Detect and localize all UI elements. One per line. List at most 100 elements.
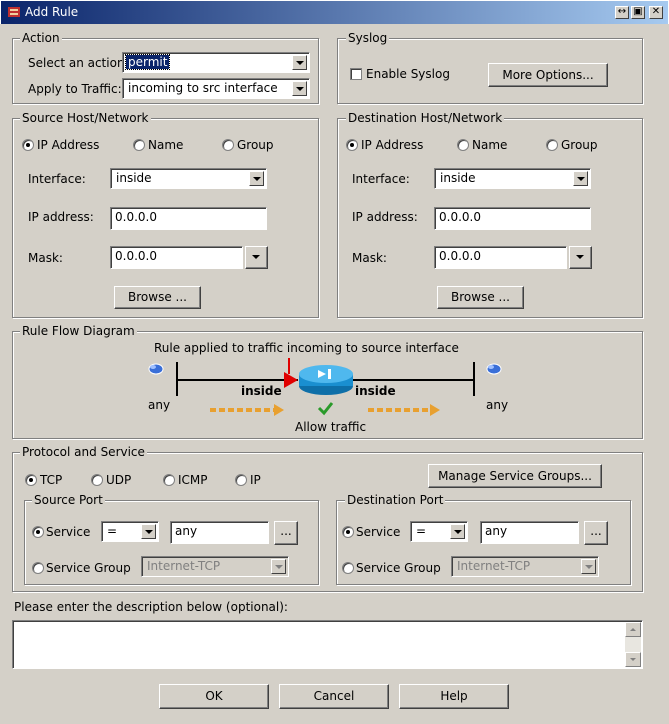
router-icon <box>299 365 353 395</box>
ok-button[interactable]: OK <box>159 684 269 709</box>
chevron-down-icon[interactable] <box>450 524 465 539</box>
chevron-down-icon[interactable] <box>292 55 307 70</box>
apply-traffic-select[interactable]: incoming to src interface <box>122 78 310 99</box>
check-icon <box>317 402 334 416</box>
source-name-radio[interactable] <box>133 139 145 151</box>
enable-syslog-checkbox[interactable] <box>350 68 362 80</box>
dest-interface-select[interactable]: inside <box>434 168 591 189</box>
source-ip-input[interactable]: 0.0.0.0 <box>110 207 267 230</box>
source-interface-select[interactable]: inside <box>110 168 267 189</box>
description-label: Please enter the description below (opti… <box>14 600 288 614</box>
description-textarea[interactable] <box>12 620 643 669</box>
ip-radio[interactable] <box>235 474 247 486</box>
source-mask-label: Mask: <box>28 251 63 265</box>
source-operator-select[interactable]: = <box>101 521 159 542</box>
dest-operator-value: = <box>416 524 427 538</box>
apply-traffic-label: Apply to Traffic: <box>28 82 122 96</box>
resize-icon[interactable]: ↔ <box>615 6 629 19</box>
source-service-radio[interactable] <box>32 526 44 538</box>
source-service-label: Service <box>46 525 91 539</box>
dest-operator-select[interactable]: = <box>410 521 468 542</box>
apply-traffic-value: incoming to src interface <box>128 81 278 95</box>
incoming-marker-icon <box>284 372 298 388</box>
source-port-ellipsis-button[interactable]: ... <box>274 521 298 545</box>
dest-browse-button[interactable]: Browse ... <box>437 286 524 309</box>
left-network-icon <box>148 363 164 375</box>
source-service-group-radio[interactable] <box>32 562 44 574</box>
dest-mask-dropdown[interactable] <box>569 246 592 269</box>
source-mask-dropdown[interactable] <box>245 246 268 269</box>
dest-interface-value: inside <box>440 171 476 185</box>
dest-service-radio[interactable] <box>342 526 354 538</box>
udp-radio[interactable] <box>91 474 103 486</box>
window-title: Add Rule <box>25 5 79 19</box>
description-scrollbar[interactable] <box>625 622 641 667</box>
source-ip-label: IP address: <box>28 210 94 224</box>
source-ip-radio-label: IP Address <box>37 138 100 152</box>
dest-mask-label: Mask: <box>352 251 387 265</box>
dest-ip-radio-label: IP Address <box>361 138 424 152</box>
rule-flow-diagram-label: Rule Flow Diagram <box>20 324 137 338</box>
cancel-button[interactable]: Cancel <box>279 684 389 709</box>
icmp-label: ICMP <box>178 473 208 487</box>
flow-arrow-left <box>210 404 284 416</box>
dest-mask-input[interactable]: 0.0.0.0 <box>434 246 567 269</box>
manage-service-groups-button[interactable]: Manage Service Groups... <box>428 464 602 488</box>
source-browse-button[interactable]: Browse ... <box>114 286 201 309</box>
dest-service-group-radio[interactable] <box>342 562 354 574</box>
scroll-up-icon[interactable] <box>625 622 641 637</box>
close-icon[interactable]: ✕ <box>649 6 663 19</box>
destination-host-group-label: Destination Host/Network <box>346 111 505 125</box>
enable-syslog-label: Enable Syslog <box>366 67 450 81</box>
help-button[interactable]: Help <box>399 684 509 709</box>
chevron-down-icon <box>252 255 260 259</box>
dest-group-radio-label: Group <box>561 138 598 152</box>
tcp-label: TCP <box>40 473 63 487</box>
dest-group-radio[interactable] <box>546 139 558 151</box>
dest-port-ellipsis-button[interactable]: ... <box>584 521 608 545</box>
right-network-icon <box>486 363 502 375</box>
app-icon <box>8 7 20 17</box>
action-select-value: permit <box>124 54 171 70</box>
chevron-down-icon[interactable] <box>141 524 156 539</box>
chevron-down-icon[interactable] <box>292 81 307 96</box>
chevron-down-icon <box>576 255 584 259</box>
icmp-radio[interactable] <box>163 474 175 486</box>
chevron-down-icon[interactable] <box>581 559 596 574</box>
chevron-down-icon[interactable] <box>249 171 264 186</box>
source-service-group-value: Internet-TCP <box>147 559 221 573</box>
dest-service-group-select[interactable]: Internet-TCP <box>451 556 599 577</box>
more-options-button[interactable]: More Options... <box>488 63 608 87</box>
source-mask-input[interactable]: 0.0.0.0 <box>110 246 243 269</box>
flow-arrow-right <box>368 404 440 416</box>
dest-port-input[interactable]: any <box>480 521 579 544</box>
dest-ip-input[interactable]: 0.0.0.0 <box>434 207 591 230</box>
dest-service-group-value: Internet-TCP <box>457 559 531 573</box>
left-any-label: any <box>148 398 171 412</box>
source-group-radio[interactable] <box>222 139 234 151</box>
source-port-label: Source Port <box>32 493 105 507</box>
source-port-input[interactable]: any <box>170 521 269 544</box>
restore-icon[interactable]: ▣ <box>631 6 645 19</box>
dest-ip-radio[interactable] <box>346 139 358 151</box>
left-interface-label: inside <box>241 384 282 398</box>
select-action-label: Select an action: <box>28 56 129 70</box>
dest-ip-label: IP address: <box>352 210 418 224</box>
source-interface-value: inside <box>116 171 152 185</box>
source-service-group-label: Service Group <box>46 561 131 575</box>
source-ip-radio[interactable] <box>22 139 34 151</box>
dest-name-radio[interactable] <box>457 139 469 151</box>
chevron-down-icon[interactable] <box>271 559 286 574</box>
dest-interface-label: Interface: <box>352 172 410 186</box>
source-service-group-select[interactable]: Internet-TCP <box>141 556 289 577</box>
scroll-down-icon[interactable] <box>625 652 641 667</box>
action-group-label: Action <box>20 31 62 45</box>
description-text <box>13 621 642 627</box>
chevron-down-icon[interactable] <box>573 171 588 186</box>
action-select[interactable]: permit <box>122 52 310 73</box>
right-interface-label: inside <box>355 384 396 398</box>
protocol-service-label: Protocol and Service <box>20 445 147 459</box>
source-group-radio-label: Group <box>237 138 274 152</box>
tcp-radio[interactable] <box>25 474 37 486</box>
syslog-group-label: Syslog <box>346 31 390 45</box>
